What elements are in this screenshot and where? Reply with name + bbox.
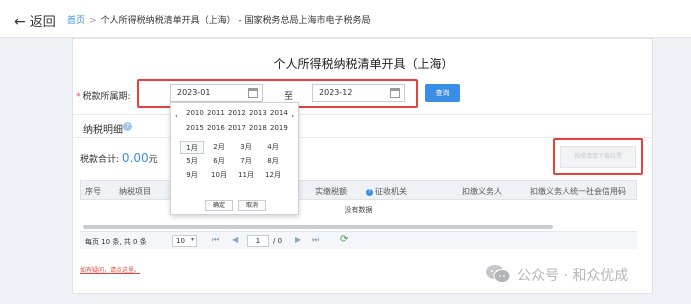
breadcrumb-home-link[interactable]: 首页 bbox=[67, 16, 85, 26]
month-option[interactable]: 2月 bbox=[207, 141, 231, 154]
month-option[interactable]: 9月 bbox=[180, 169, 204, 182]
details-title: 纳税明细 bbox=[83, 125, 123, 136]
month-option[interactable]: 7月 bbox=[234, 155, 258, 168]
first-page-icon[interactable]: ⏮ bbox=[212, 235, 219, 245]
pagination-bar: 每页 10 条, 共 0 条 10 ▾ ⏮ ◀ 1 / 0 ▶ ⏭ ⟳ bbox=[80, 231, 637, 249]
tax-total-amount: 0.00 bbox=[121, 151, 149, 165]
breadcrumb-site: - 国家税务总局上海市电子税务局 bbox=[238, 16, 371, 26]
month-option-selected[interactable]: 1月 bbox=[180, 141, 204, 154]
year-option[interactable]: 2014 bbox=[270, 109, 288, 117]
tax-period-label-text: 税款所属期: bbox=[82, 92, 131, 102]
column-header-tax-authority-label: 征收机关 bbox=[375, 187, 407, 196]
refresh-icon[interactable]: ⟳ bbox=[340, 234, 348, 245]
watermark-text: 公众号 · 和众优成 bbox=[517, 268, 629, 284]
page-title: 个人所得税纳税清单开具（上海） bbox=[273, 57, 454, 71]
year-option[interactable]: 2012 bbox=[228, 109, 246, 117]
tax-total-unit: 元 bbox=[148, 155, 158, 165]
month-option[interactable]: 10月 bbox=[207, 169, 231, 182]
month-option[interactable]: 6月 bbox=[207, 155, 231, 168]
page-size-value: 10 bbox=[176, 237, 185, 245]
month-option[interactable]: 11月 bbox=[234, 169, 258, 182]
page-size-select[interactable]: 10 ▾ bbox=[172, 235, 197, 247]
query-button[interactable]: 查询 bbox=[425, 84, 460, 102]
picker-cancel-button[interactable]: 取消 bbox=[238, 200, 266, 211]
next-years-icon[interactable]: › bbox=[291, 112, 294, 120]
year-option[interactable]: 2017 bbox=[228, 124, 246, 132]
column-header-index: 序号 bbox=[85, 187, 101, 196]
column-header-paid-tax: 实缴税额 bbox=[315, 187, 347, 196]
last-page-icon[interactable]: ⏭ bbox=[312, 235, 319, 245]
column-header-tax-item: 纳税项目 bbox=[119, 187, 151, 196]
page-number-input[interactable]: 1 bbox=[247, 235, 269, 247]
empty-table-message: 没有数据 bbox=[344, 206, 373, 214]
month-option[interactable]: 3月 bbox=[234, 141, 258, 154]
next-page-icon[interactable]: ▶ bbox=[295, 235, 301, 244]
year-option[interactable]: 2010 bbox=[186, 109, 204, 117]
year-option[interactable]: 2019 bbox=[270, 124, 288, 132]
column-header-withholding-agent: 扣缴义务人 bbox=[462, 187, 502, 196]
prev-years-icon[interactable]: ‹ bbox=[175, 112, 178, 120]
breadcrumb-separator: > bbox=[89, 16, 97, 26]
month-option[interactable]: 4月 bbox=[261, 141, 285, 154]
wechat-logo-icon bbox=[486, 265, 511, 283]
wechat-watermark: 公众号 · 和众优成 bbox=[485, 263, 685, 285]
tax-total: 税款合计: 0.00元 bbox=[80, 151, 158, 165]
month-picker-popup: ‹ › 2010 2011 2012 2013 2014 2015 2016 2… bbox=[170, 102, 299, 215]
column-header-credit-code: 扣缴义务人统一社会信用码 bbox=[530, 187, 626, 196]
year-option[interactable]: 2015 bbox=[186, 124, 204, 132]
pagination-info: 每页 10 条, 共 0 条 bbox=[85, 238, 147, 246]
back-arrow-icon: ← bbox=[14, 14, 26, 30]
required-mark: * bbox=[76, 92, 81, 102]
month-option[interactable]: 12月 bbox=[261, 169, 285, 182]
help-icon[interactable]: ? bbox=[366, 189, 373, 196]
year-option[interactable]: 2018 bbox=[249, 124, 267, 132]
column-header-tax-authority: ? 征收机关 bbox=[366, 186, 407, 197]
page-total: / 0 bbox=[273, 237, 283, 245]
details-header: 纳税明细 ? bbox=[72, 114, 653, 138]
help-link[interactable]: 如有疑问，请点这里。 bbox=[80, 265, 140, 274]
breadcrumb-current: 个人所得税纳税清单开具（上海） bbox=[100, 16, 236, 26]
back-label: 返回 bbox=[29, 15, 56, 30]
prev-page-icon[interactable]: ◀ bbox=[232, 235, 238, 244]
tax-total-label: 税款合计: bbox=[80, 155, 120, 165]
back-button[interactable]: ← 返回 bbox=[14, 11, 56, 30]
chevron-down-icon: ▾ bbox=[190, 236, 194, 243]
top-bar: ← 返回 首页 > 个人所得税纳税清单开具（上海） - 国家税务总局上海市电子税务局 bbox=[0, 0, 691, 38]
breadcrumb: 首页 > 个人所得税纳税清单开具（上海） - 国家税务总局上海市电子税务局 bbox=[67, 13, 371, 26]
horizontal-scrollbar[interactable] bbox=[83, 225, 553, 229]
info-icon[interactable]: ? bbox=[123, 122, 132, 131]
year-option[interactable]: 2016 bbox=[207, 124, 225, 132]
year-option[interactable]: 2013 bbox=[249, 109, 267, 117]
tax-period-label: * 税款所属期: bbox=[76, 89, 131, 102]
table-header: 序号 纳税项目 实缴税额 ? 征收机关 扣缴义务人 扣缴义务人统一社会信用码 bbox=[80, 180, 637, 200]
year-option[interactable]: 2011 bbox=[207, 109, 225, 117]
month-option[interactable]: 8月 bbox=[261, 155, 285, 168]
month-option[interactable]: 5月 bbox=[180, 155, 204, 168]
picker-confirm-button[interactable]: 确定 bbox=[205, 200, 233, 211]
highlight-box-download bbox=[553, 138, 643, 175]
